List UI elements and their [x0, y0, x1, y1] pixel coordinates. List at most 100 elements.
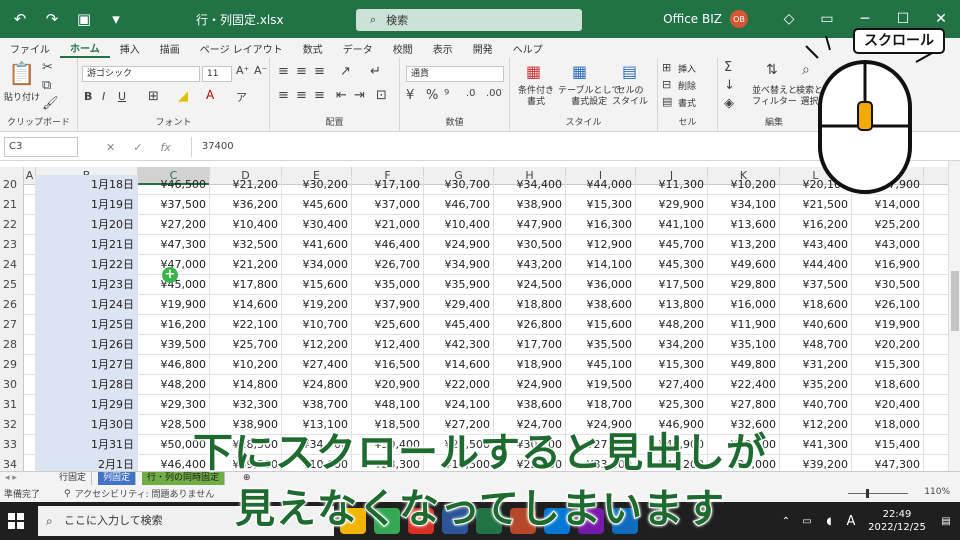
cell-value[interactable]: ¥15,600 [566, 315, 636, 335]
cell-value[interactable]: ¥24,100 [424, 395, 494, 415]
cell-value[interactable]: ¥34,000 [282, 255, 352, 275]
cell-value[interactable]: ¥22,100 [210, 315, 282, 335]
cell-value[interactable]: ¥34,900 [424, 255, 494, 275]
cell-value[interactable]: ¥43,400 [780, 235, 852, 255]
cell-a[interactable] [24, 295, 36, 315]
cell-value[interactable]: ¥29,800 [708, 275, 780, 295]
currency-icon[interactable]: ¥ [406, 88, 414, 103]
cell-a[interactable] [24, 195, 36, 215]
insert-cells-icon[interactable]: ⊞ [662, 61, 671, 74]
cell-value[interactable]: ¥27,400 [636, 375, 708, 395]
align-bottom-icon[interactable]: ≡ [314, 64, 325, 79]
row-header[interactable]: 29 [0, 355, 24, 375]
cell-value[interactable]: ¥20,900 [352, 375, 424, 395]
enter-icon[interactable]: ✓ [133, 141, 142, 154]
tab-10[interactable]: ヘルプ [503, 38, 553, 58]
cell-value[interactable]: ¥48,100 [352, 395, 424, 415]
cell-value[interactable]: ¥43,000 [852, 235, 924, 255]
cell-value[interactable]: ¥37,500 [138, 195, 210, 215]
cell-value[interactable]: ¥26,100 [852, 295, 924, 315]
cell-value[interactable]: ¥19,500 [566, 375, 636, 395]
avatar[interactable]: OB [730, 10, 748, 28]
row-header[interactable]: 27 [0, 315, 24, 335]
cell-value[interactable]: ¥24,900 [424, 235, 494, 255]
format-as-table-icon[interactable]: ▦ [572, 62, 587, 81]
cell-date[interactable]: 1月27日 [36, 355, 138, 375]
cell-value[interactable]: ¥41,100 [636, 215, 708, 235]
cell-value[interactable]: ¥32,500 [210, 235, 282, 255]
cell-value[interactable]: ¥10,200 [210, 355, 282, 375]
diamond-icon[interactable]: ◇ [770, 11, 808, 27]
insert-cells-button[interactable]: 挿入 [678, 62, 696, 75]
cell-value[interactable]: ¥38,700 [282, 395, 352, 415]
cell-date[interactable]: 1月25日 [36, 315, 138, 335]
cell-a[interactable] [24, 255, 36, 275]
cell-value[interactable]: ¥30,700 [424, 175, 494, 195]
cell-value[interactable]: ¥35,500 [566, 335, 636, 355]
close-icon[interactable]: ✕ [922, 11, 960, 27]
cell-value[interactable]: ¥46,400 [352, 235, 424, 255]
cell-a[interactable] [24, 335, 36, 355]
cell-value[interactable]: ¥46,800 [138, 355, 210, 375]
decrease-indent-icon[interactable]: ⇤ [336, 88, 347, 103]
cell-value[interactable]: ¥34,400 [494, 175, 566, 195]
cell-value[interactable]: ¥21,000 [352, 215, 424, 235]
cell-value[interactable]: ¥29,400 [424, 295, 494, 315]
cell-value[interactable]: ¥29,300 [138, 395, 210, 415]
cell-date[interactable]: 1月24日 [36, 295, 138, 315]
tab-6[interactable]: データ [333, 38, 383, 58]
cell-value[interactable]: ¥43,200 [494, 255, 566, 275]
align-left-icon[interactable]: ≡ [278, 88, 289, 103]
cell-value[interactable]: ¥35,900 [424, 275, 494, 295]
border-icon[interactable]: ⊞ [148, 89, 159, 104]
cell-value[interactable]: ¥15,300 [566, 195, 636, 215]
insert-function-icon[interactable]: fx [160, 141, 170, 154]
row-header[interactable]: 25 [0, 275, 24, 295]
shrink-font-icon[interactable]: A⁻ [254, 64, 267, 77]
percent-icon[interactable]: % [426, 88, 438, 103]
cell-value[interactable]: ¥16,300 [566, 215, 636, 235]
cell-date[interactable]: 1月28日 [36, 375, 138, 395]
cell-value[interactable]: ¥18,600 [780, 295, 852, 315]
font-color-icon[interactable]: A [206, 88, 214, 102]
tab-8[interactable]: 表示 [423, 38, 463, 58]
cut-icon[interactable]: ✂ [42, 60, 53, 75]
italic-icon[interactable]: I [102, 90, 105, 103]
cell-value[interactable]: ¥49,800 [708, 355, 780, 375]
tab-7[interactable]: 校閲 [383, 38, 423, 58]
cell-value[interactable]: ¥15,300 [636, 355, 708, 375]
row-header[interactable]: 31 [0, 395, 24, 415]
cell-value[interactable]: ¥46,500 [138, 175, 210, 195]
cell-value[interactable]: ¥32,300 [210, 395, 282, 415]
cell-value[interactable]: ¥47,900 [494, 215, 566, 235]
font-size-combo[interactable]: 11 [202, 66, 232, 82]
cell-value[interactable]: ¥38,900 [494, 195, 566, 215]
format-as-table-button[interactable]: テーブルとして 書式設定 [558, 86, 620, 108]
save-icon[interactable]: ▣ [74, 10, 94, 28]
cell-value[interactable]: ¥20,200 [852, 335, 924, 355]
increase-indent-icon[interactable]: ⇥ [354, 88, 365, 103]
align-middle-icon[interactable]: ≡ [296, 64, 307, 79]
cell-value[interactable]: ¥15,600 [282, 275, 352, 295]
cell-value[interactable]: ¥30,500 [852, 275, 924, 295]
phonetic-icon[interactable]: ア [236, 89, 247, 105]
row-header[interactable]: 30 [0, 375, 24, 395]
cell-value[interactable]: ¥12,900 [566, 235, 636, 255]
cell-value[interactable]: ¥21,200 [210, 255, 282, 275]
align-center-icon[interactable]: ≡ [296, 88, 307, 103]
font-name-combo[interactable]: 游ゴシック [82, 66, 200, 82]
cell-a[interactable] [24, 275, 36, 295]
cell-value[interactable]: ¥26,700 [352, 255, 424, 275]
cell-value[interactable]: ¥44,400 [780, 255, 852, 275]
cell-value[interactable]: ¥46,700 [424, 195, 494, 215]
cell-value[interactable]: ¥24,800 [282, 375, 352, 395]
cell-value[interactable]: ¥18,700 [566, 395, 636, 415]
cell-date[interactable]: 1月22日 [36, 255, 138, 275]
cell-value[interactable]: ¥12,200 [282, 335, 352, 355]
cell-value[interactable]: ¥21,200 [210, 175, 282, 195]
cell-value[interactable]: ¥14,600 [424, 355, 494, 375]
scrollbar-thumb[interactable] [951, 271, 959, 331]
cell-value[interactable]: ¥22,000 [424, 375, 494, 395]
format-cells-icon[interactable]: ▤ [662, 95, 672, 108]
ribbon-display-icon[interactable]: ▭ [808, 11, 846, 27]
